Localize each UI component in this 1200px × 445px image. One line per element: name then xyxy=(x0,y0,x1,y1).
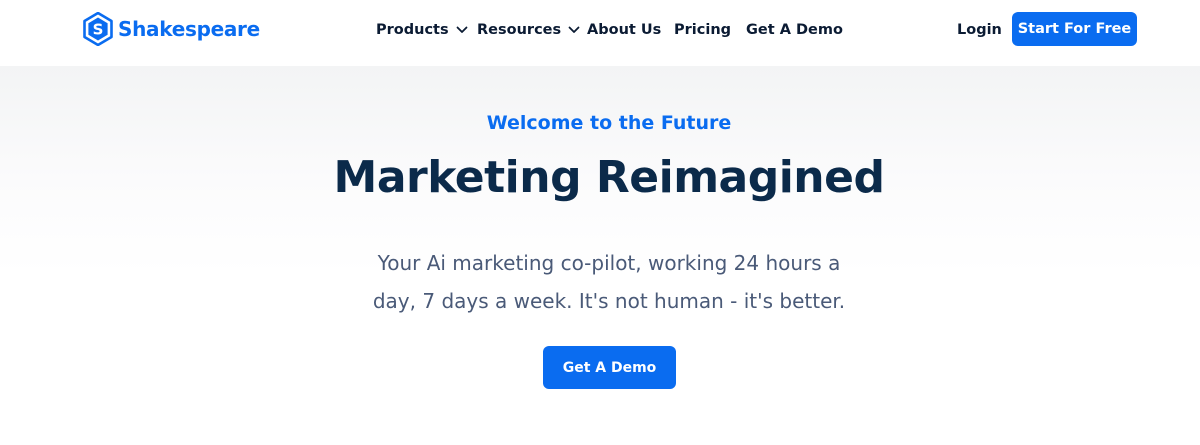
chevron-down-icon xyxy=(456,26,468,33)
nav-pricing[interactable]: Pricing xyxy=(674,20,731,40)
site-header: S Shakespeare Products Resources About U… xyxy=(0,0,1200,66)
nav-products-label: Products xyxy=(376,22,449,38)
hero-section: Welcome to the Future Marketing Reimagin… xyxy=(0,66,1200,445)
get-a-demo-button[interactable]: Get A Demo xyxy=(543,346,676,389)
nav-about-us[interactable]: About Us xyxy=(587,20,661,40)
hero-subtitle: Your Ai marketing co-pilot, working 24 h… xyxy=(372,251,846,313)
nav-get-a-demo-label: Get A Demo xyxy=(746,22,843,38)
chevron-down-icon xyxy=(568,26,580,33)
nav-products[interactable]: Products xyxy=(376,20,468,40)
nav-get-a-demo[interactable]: Get A Demo xyxy=(746,20,843,40)
start-for-free-button[interactable]: Start For Free xyxy=(1012,12,1137,46)
nav-about-us-label: About Us xyxy=(587,22,662,38)
hero-eyebrow: Welcome to the Future xyxy=(486,112,732,134)
login-link[interactable]: Login xyxy=(957,20,1002,40)
hero-title: Marketing Reimagined xyxy=(333,152,885,203)
nav-resources[interactable]: Resources xyxy=(477,20,580,40)
nav-resources-label: Resources xyxy=(477,22,562,38)
nav-pricing-label: Pricing xyxy=(674,22,732,38)
